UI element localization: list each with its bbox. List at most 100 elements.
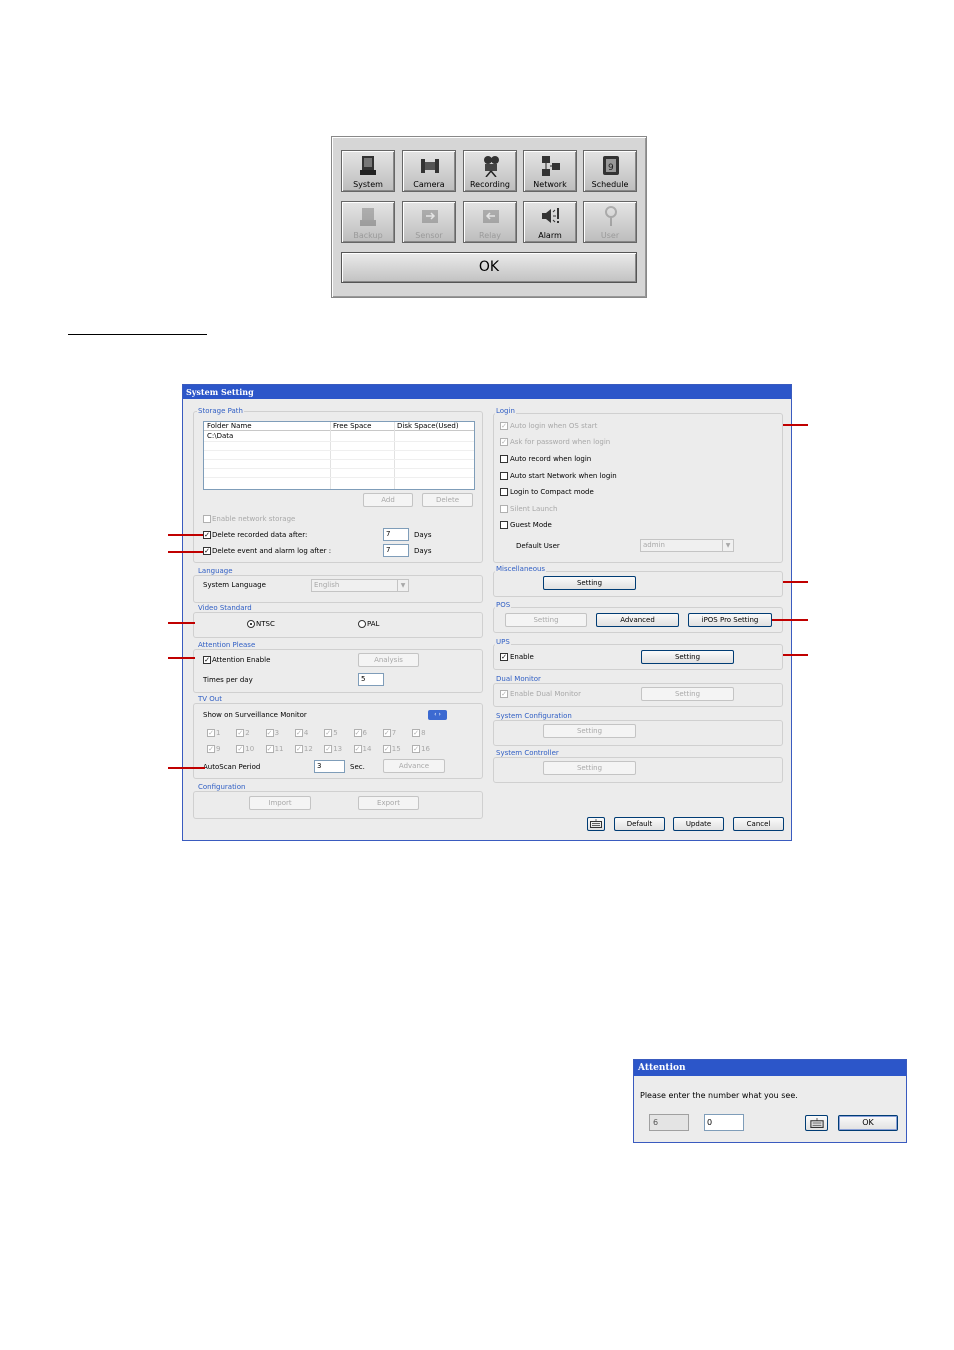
- channel-label: 4: [303, 729, 309, 737]
- scroll-arrows-icon[interactable]: ‹ ›: [428, 710, 447, 720]
- video-standard-title: Video Standard: [197, 604, 253, 612]
- alarm-button[interactable]: Alarm: [523, 201, 577, 243]
- delete-log-checkbox[interactable]: ✓: [203, 547, 211, 555]
- configuration-group: [193, 791, 483, 819]
- channel-checkbox[interactable]: ✓: [382, 745, 391, 753]
- pal-radio[interactable]: [358, 620, 366, 628]
- channel-checkbox[interactable]: ✓: [207, 729, 215, 737]
- autoscan-period-input[interactable]: 3: [314, 760, 345, 773]
- compact-mode-checkbox[interactable]: [500, 488, 508, 496]
- misc-setting-button[interactable]: Setting: [543, 576, 636, 590]
- delete-button[interactable]: Delete: [422, 493, 473, 507]
- channel-checkbox[interactable]: ✓: [236, 745, 245, 753]
- channel-checkbox[interactable]: ✓: [236, 729, 245, 737]
- system-language-select[interactable]: English ▼: [311, 579, 409, 592]
- sensor-button[interactable]: Sensor: [402, 201, 456, 243]
- storage-table[interactable]: Folder Name Free Space Disk Space(Used) …: [203, 421, 475, 490]
- ups-enable-label: Enable: [510, 653, 534, 661]
- attention-enable-checkbox[interactable]: ✓: [203, 656, 211, 664]
- keyboard-button[interactable]: [587, 817, 605, 831]
- ups-enable-checkbox[interactable]: ✓: [500, 653, 508, 661]
- relay-button[interactable]: Relay: [463, 201, 517, 243]
- storage-path-title: Storage Path: [197, 407, 244, 415]
- delete-log-days-input[interactable]: 7: [383, 544, 409, 557]
- guest-mode-label: Guest Mode: [510, 521, 552, 529]
- pos-setting-button[interactable]: Setting: [505, 613, 587, 627]
- channel-checkbox[interactable]: ✓: [265, 729, 274, 737]
- schedule-button[interactable]: 9 Schedule: [583, 150, 637, 192]
- ok-button[interactable]: OK: [341, 252, 637, 283]
- add-button[interactable]: Add: [363, 493, 413, 507]
- svg-text:9: 9: [608, 163, 614, 173]
- miscellaneous-title: Miscellaneous: [495, 565, 547, 573]
- channel-label: 6: [362, 729, 367, 737]
- channel-checkbox[interactable]: ✓: [412, 745, 421, 753]
- channel-checkbox[interactable]: ✓: [207, 745, 215, 753]
- configuration-title: Configuration: [197, 783, 247, 791]
- ntsc-radio[interactable]: [247, 620, 255, 628]
- pos-advanced-button[interactable]: Advanced: [596, 613, 679, 627]
- channel-checkbox[interactable]: ✓: [294, 729, 303, 737]
- dual-monitor-setting-button[interactable]: Setting: [641, 687, 734, 701]
- channel-checkbox[interactable]: ✓: [353, 729, 362, 737]
- keyboard-button[interactable]: [805, 1115, 828, 1131]
- times-per-day-input[interactable]: 5: [358, 673, 384, 686]
- auto-record-checkbox[interactable]: [500, 455, 508, 463]
- advance-button[interactable]: Advance: [383, 759, 445, 773]
- delete-recorded-days-input[interactable]: 7: [383, 528, 409, 541]
- keyboard-icon: [590, 819, 602, 828]
- import-button[interactable]: Import: [249, 796, 311, 810]
- dual-monitor-title: Dual Monitor: [495, 675, 542, 683]
- channel-checkbox[interactable]: ✓: [324, 729, 333, 737]
- dialog-ok-button[interactable]: OK: [838, 1115, 898, 1131]
- auto-network-checkbox[interactable]: [500, 472, 508, 480]
- channel-checkbox[interactable]: ✓: [294, 745, 303, 753]
- default-user-select[interactable]: admin ▼: [640, 539, 734, 552]
- movie-camera-icon: [484, 156, 499, 177]
- user-button[interactable]: User: [583, 201, 637, 243]
- delete-recorded-checkbox[interactable]: ✓: [203, 531, 211, 539]
- ask-password-checkbox[interactable]: ✓: [500, 438, 508, 446]
- silent-launch-checkbox[interactable]: [500, 505, 508, 513]
- enable-network-storage-checkbox[interactable]: [203, 515, 211, 523]
- verification-code-input[interactable]: 0: [704, 1114, 744, 1131]
- ipos-pro-setting-button[interactable]: iPOS Pro Setting: [688, 613, 772, 627]
- cancel-button[interactable]: Cancel: [733, 817, 784, 831]
- table-row[interactable]: C:\Data: [207, 432, 233, 441]
- channel-label: 5: [333, 729, 338, 737]
- system-configuration-setting-button[interactable]: Setting: [543, 724, 636, 738]
- channel-checkbox[interactable]: ✓: [324, 745, 333, 753]
- attention-dialog: Attention Please enter the number what y…: [633, 1059, 907, 1143]
- setup-menu-panel: System Camera Recording Network 9 Schedu…: [331, 136, 647, 298]
- system-button[interactable]: System: [341, 150, 395, 192]
- delete-recorded-label: Delete recorded data after:: [212, 531, 308, 539]
- guest-mode-checkbox[interactable]: [500, 521, 508, 529]
- export-button[interactable]: Export: [358, 796, 419, 810]
- alarm-label: Alarm: [538, 231, 562, 240]
- recording-label: Recording: [469, 180, 510, 189]
- channel-label: 15: [391, 745, 401, 753]
- relay-label: Relay: [479, 231, 501, 240]
- ups-setting-button[interactable]: Setting: [641, 650, 734, 664]
- channel-checkbox[interactable]: ✓: [412, 729, 421, 737]
- callout-line: [783, 654, 808, 656]
- channel-checkbox[interactable]: ✓: [353, 745, 362, 753]
- language-title: Language: [197, 567, 234, 575]
- camera-button[interactable]: Camera: [402, 150, 456, 192]
- camera-label: Camera: [413, 180, 445, 189]
- update-button[interactable]: Update: [673, 817, 724, 831]
- backup-button[interactable]: Backup: [341, 201, 395, 243]
- channel-checkbox[interactable]: ✓: [265, 745, 274, 753]
- system-configuration-group: [493, 720, 783, 746]
- network-button[interactable]: Network: [523, 150, 577, 192]
- monitor-icon: [360, 156, 376, 175]
- dual-monitor-checkbox[interactable]: ✓: [500, 690, 508, 698]
- default-button[interactable]: Default: [614, 817, 665, 831]
- analysis-button[interactable]: Analysis: [358, 653, 419, 667]
- channel-checkbox[interactable]: ✓: [382, 729, 391, 737]
- auto-login-checkbox[interactable]: ✓: [500, 422, 508, 430]
- autoscan-period-label: AutoScan Period: [203, 763, 261, 771]
- channel-label: 11: [274, 745, 284, 753]
- system-controller-setting-button[interactable]: Setting: [543, 761, 636, 775]
- recording-button[interactable]: Recording: [463, 150, 517, 192]
